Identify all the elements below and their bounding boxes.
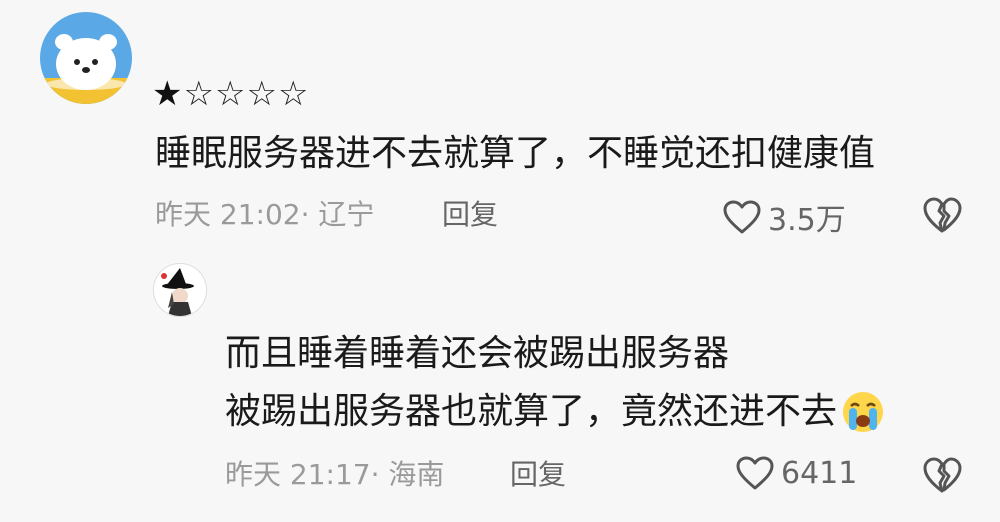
reply-dislike-button[interactable] — [920, 455, 964, 495]
star-empty-icon: ☆ — [214, 74, 247, 114]
reply-text-line1: 而且睡着睡着还会被踢出服务器 — [225, 333, 730, 374]
star-rating: ★☆☆☆☆ — [152, 74, 309, 114]
crying-face-emoji-icon — [843, 392, 884, 432]
star-empty-icon: ☆ — [183, 74, 215, 114]
reply-like-button[interactable]: 6411 — [735, 455, 857, 491]
star-empty-icon: ☆ — [277, 74, 310, 114]
comment-reply-button[interactable]: 回复 — [442, 197, 498, 233]
reply-avatar[interactable] — [153, 263, 207, 317]
comment-time-location: 昨天 21:02· 辽宁 — [155, 198, 375, 231]
reply-time-location: 昨天 21:17· 海南 — [225, 458, 445, 491]
comment-like-button[interactable]: 3.5万 — [722, 195, 846, 239]
reply-text-line2-content: 被踢出服务器也就算了，竟然还进不去 — [225, 391, 838, 432]
comment-dislike-button[interactable] — [920, 195, 964, 235]
reply-text-line2: 被踢出服务器也就算了，竟然还进不去 — [225, 384, 885, 440]
reply-reply-button[interactable]: 回复 — [510, 457, 566, 493]
comment-like-count: 3.5万 — [768, 203, 846, 238]
comment-text: 睡眠服务器进不去就算了，不睡觉还扣健康值 — [155, 133, 876, 174]
broken-heart-icon — [923, 457, 962, 493]
witch-hat-avatar-icon — [154, 264, 206, 316]
broken-heart-icon — [923, 197, 962, 233]
star-empty-icon: ☆ — [246, 74, 278, 114]
star-filled-icon: ★ — [152, 74, 184, 114]
reply-like-count: 6411 — [781, 455, 858, 491]
comment-avatar[interactable] — [40, 12, 132, 104]
heart-outline-icon — [736, 456, 774, 490]
white-bear-avatar-icon — [40, 12, 132, 104]
heart-outline-icon — [723, 200, 761, 234]
